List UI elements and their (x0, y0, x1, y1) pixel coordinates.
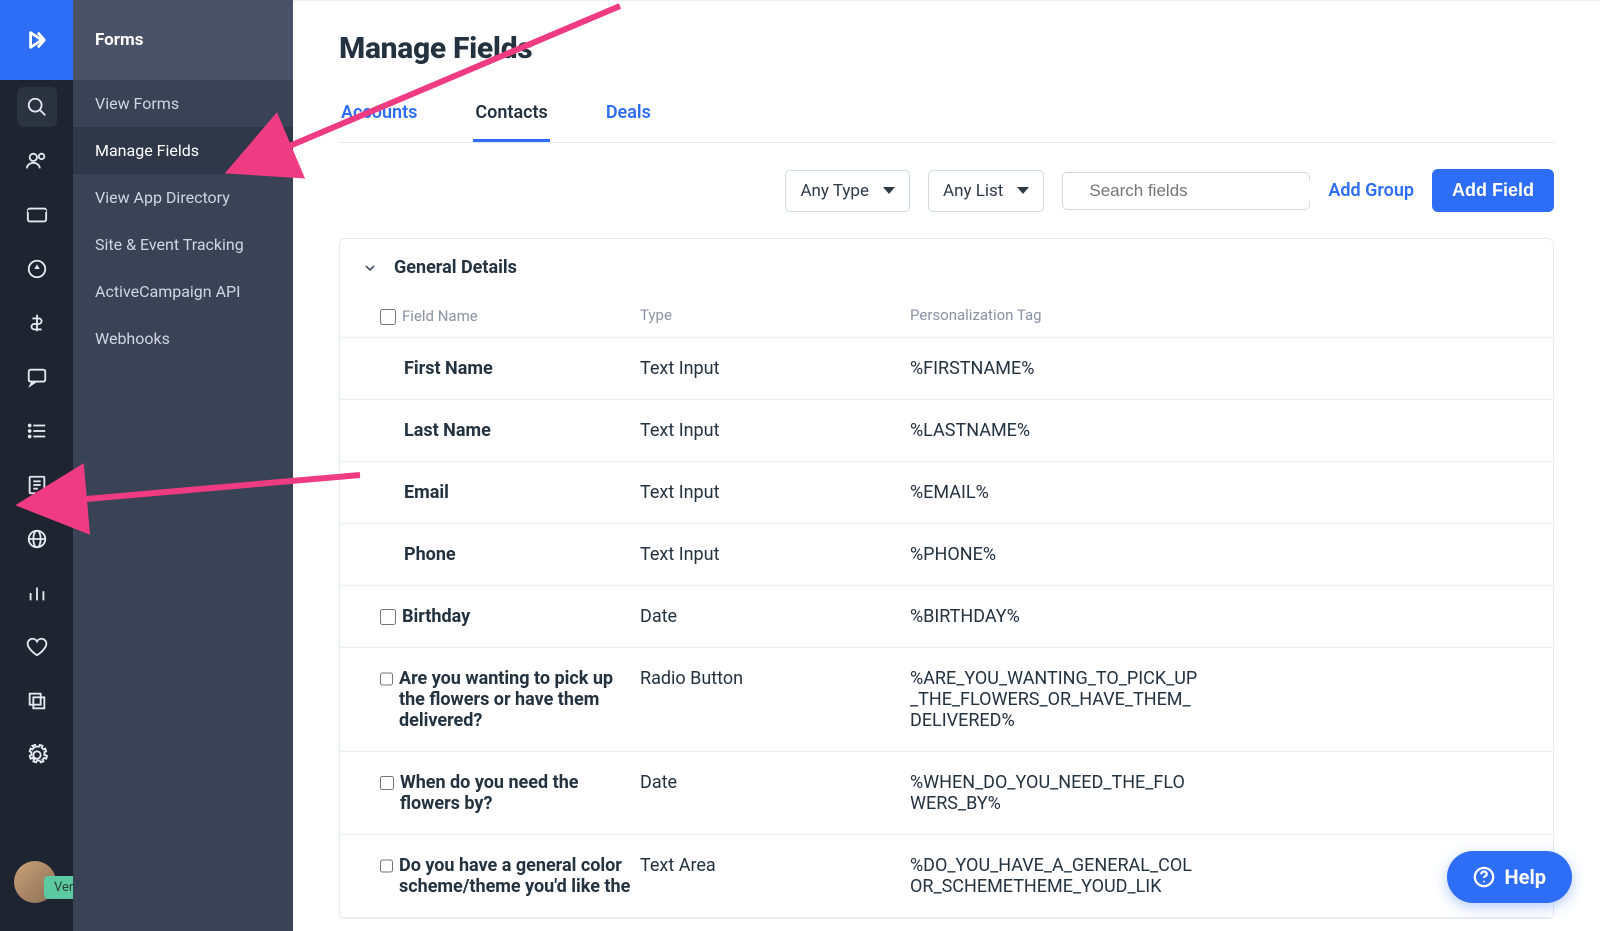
sidebar-item-api[interactable]: ActiveCampaign API (73, 268, 293, 315)
row-checkbox[interactable] (380, 609, 396, 625)
field-name: Phone (404, 544, 456, 565)
sidebar-item-view-forms[interactable]: View Forms (73, 80, 293, 127)
list-select[interactable]: Any List (928, 170, 1044, 212)
main: Manage Fields Accounts Contacts Deals An… (293, 0, 1600, 931)
field-type: Text Area (640, 855, 910, 897)
field-name-cell: Last Name (380, 420, 640, 441)
table-row[interactable]: First Name Text Input%FIRSTNAME% (340, 338, 1553, 400)
question-icon (1473, 866, 1495, 888)
col-tag-label: Personalization Tag (910, 306, 1531, 325)
table-row[interactable]: When do you need the flowers by?Date%WHE… (340, 752, 1553, 835)
sidebar-item-site-tracking[interactable]: Site & Event Tracking (73, 221, 293, 268)
field-name-cell: Are you wanting to pick up the flowers o… (380, 668, 640, 731)
add-field-button[interactable]: Add Field (1432, 169, 1554, 212)
table-row[interactable]: Do you have a general color scheme/theme… (340, 835, 1553, 918)
caret-down-icon (1017, 187, 1029, 194)
field-type: Date (640, 606, 910, 627)
table-row[interactable]: Phone Text Input%PHONE% (340, 524, 1553, 586)
search-box[interactable] (1062, 172, 1310, 210)
fields-panel: General Details Field Name Type Personal… (339, 238, 1554, 919)
field-name: Last Name (404, 420, 491, 441)
field-tag: %BIRTHDAY% (910, 606, 1200, 627)
tabs: Accounts Contacts Deals (339, 92, 1554, 143)
automation-icon[interactable] (17, 249, 57, 289)
row-checkbox[interactable] (380, 775, 394, 791)
field-type: Text Input (640, 544, 910, 565)
table-header: Field Name Type Personalization Tag (340, 296, 1553, 338)
tab-accounts[interactable]: Accounts (339, 92, 419, 142)
field-tag: %WHEN_DO_YOU_NEED_THE_FLOWERS_BY% (910, 772, 1200, 814)
tab-deals[interactable]: Deals (604, 92, 653, 142)
search-icon[interactable] (17, 87, 57, 127)
reports-icon[interactable] (17, 573, 57, 613)
group-header[interactable]: General Details (340, 239, 1553, 296)
field-type: Radio Button (640, 668, 910, 731)
mail-icon[interactable] (17, 195, 57, 235)
subnav-title: Forms (73, 0, 293, 80)
field-name-cell: Do you have a general color scheme/theme… (380, 855, 640, 897)
row-checkbox[interactable] (380, 671, 393, 687)
help-label: Help (1505, 865, 1546, 889)
select-all-checkbox[interactable] (380, 309, 396, 325)
field-type: Text Input (640, 482, 910, 503)
copy-icon[interactable] (17, 681, 57, 721)
globe-icon[interactable] (17, 519, 57, 559)
type-select-label: Any Type (800, 181, 869, 201)
row-checkbox[interactable] (380, 858, 393, 874)
col-type-label: Type (640, 306, 910, 325)
help-button[interactable]: Help (1447, 851, 1572, 903)
sidebar-item-manage-fields[interactable]: Manage Fields (73, 127, 293, 174)
col-name-label: Field Name (402, 307, 478, 325)
toolbar: Any Type Any List Add Group Add Field (339, 169, 1554, 212)
field-tag: %PHONE% (910, 544, 1200, 565)
heart-icon[interactable] (17, 627, 57, 667)
field-name-cell: Email (380, 482, 640, 503)
field-tag: %EMAIL% (910, 482, 1200, 503)
field-tag: %LASTNAME% (910, 420, 1200, 441)
field-name-cell: Phone (380, 544, 640, 565)
lists-icon[interactable] (17, 411, 57, 451)
field-type: Text Input (640, 358, 910, 379)
field-name: Birthday (402, 606, 470, 627)
contacts-icon[interactable] (17, 141, 57, 181)
field-type: Date (640, 772, 910, 814)
field-tag: %DO_YOU_HAVE_A_GENERAL_COLOR_SCHEMETHEME… (910, 855, 1200, 897)
sub-sidebar: Forms View Forms Manage Fields View App … (73, 0, 293, 931)
type-select[interactable]: Any Type (785, 170, 910, 212)
field-tag: %FIRSTNAME% (910, 358, 1200, 379)
tab-contacts[interactable]: Contacts (473, 92, 549, 142)
group-title: General Details (394, 257, 517, 278)
field-name: Do you have a general color scheme/theme… (399, 855, 640, 897)
list-select-label: Any List (943, 181, 1003, 201)
field-name-cell: First Name (380, 358, 640, 379)
deals-icon[interactable] (17, 303, 57, 343)
table-row[interactable]: Are you wanting to pick up the flowers o… (340, 648, 1553, 752)
icon-rail (0, 0, 73, 931)
field-name: First Name (404, 358, 493, 379)
table-row[interactable]: Birthday Date%BIRTHDAY% (340, 586, 1553, 648)
field-name-cell: When do you need the flowers by? (380, 772, 640, 814)
conversations-icon[interactable] (17, 357, 57, 397)
field-type: Text Input (640, 420, 910, 441)
table-row[interactable]: Email Text Input%EMAIL% (340, 462, 1553, 524)
sidebar-item-app-directory[interactable]: View App Directory (73, 174, 293, 221)
field-name: Are you wanting to pick up the flowers o… (399, 668, 640, 731)
table-row[interactable]: Last Name Text Input%LASTNAME% (340, 400, 1553, 462)
gear-icon[interactable] (17, 735, 57, 775)
sidebar-item-webhooks[interactable]: Webhooks (73, 315, 293, 362)
chevron-down-icon (362, 260, 378, 276)
forms-icon[interactable] (17, 465, 57, 505)
logo[interactable] (0, 0, 73, 80)
page-title: Manage Fields (339, 31, 1554, 66)
caret-down-icon (883, 187, 895, 194)
field-name: When do you need the flowers by? (400, 772, 640, 814)
search-input[interactable] (1089, 181, 1310, 201)
field-name: Email (404, 482, 449, 503)
field-name-cell: Birthday (380, 606, 640, 627)
add-group-button[interactable]: Add Group (1328, 180, 1414, 201)
field-tag: %ARE_YOU_WANTING_TO_PICK_UP_THE_FLOWERS_… (910, 668, 1200, 731)
